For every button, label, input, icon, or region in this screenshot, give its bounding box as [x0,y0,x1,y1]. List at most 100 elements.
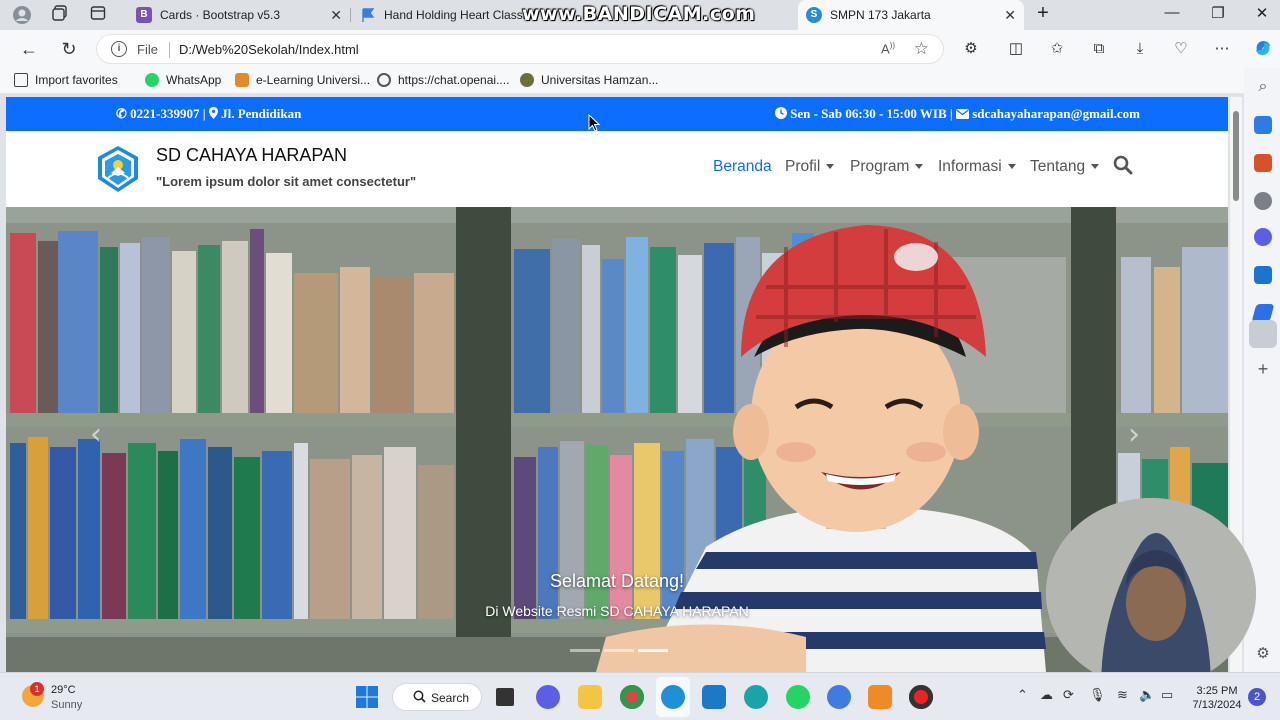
nav-informasi[interactable]: Informasi [938,158,1016,176]
nav-label: Program [850,158,910,175]
nav-profil[interactable]: Profil [785,158,835,176]
tab-bootstrap-cards[interactable]: B Cards · Bootstrap v5.3 ✕ [128,0,350,30]
tab-divider [350,8,351,22]
favorite-label: Import favorites [35,73,118,87]
tab-smpn-173[interactable]: S SMPN 173 Jakarta ✕ [798,0,1024,30]
weather-temp[interactable]: 29°C [51,684,76,696]
scrollbar-thumb[interactable] [1233,111,1239,201]
taskbar-clock[interactable]: 3:25 PM 7/13/2024 [1192,684,1242,712]
topbar-email: sdcahayaharapan@gmail.com [972,106,1140,121]
sidebar-shopping-icon[interactable] [1254,116,1272,134]
battery-icon[interactable]: ▭ [1161,687,1173,703]
wifi-icon[interactable]: ≋ [1117,687,1128,703]
app-a-icon[interactable] [827,685,851,709]
site-search-icon[interactable] [1113,155,1133,180]
sidebar-tools-icon[interactable] [1254,154,1272,172]
page-viewport: ✆ 0221-339907 | Jl. Pendidikan Sen - Sab… [6,97,1228,672]
whatsapp-taskbar-icon[interactable] [786,685,810,709]
new-tab-button[interactable]: + [1031,2,1055,25]
chrome-icon[interactable] [620,685,644,709]
envelope-icon [956,106,972,121]
minimize-button[interactable]: — [1160,4,1184,21]
carousel-prev-icon[interactable]: ‹ [90,417,102,452]
elearning-icon [235,73,249,87]
start-icon[interactable] [355,685,379,709]
teams-icon[interactable] [536,685,560,709]
microphone-icon[interactable]: 🎙 [1089,687,1106,703]
onedrive-icon[interactable]: ☁ [1040,687,1053,703]
favorite-openai[interactable]: https://chat.openai.... [377,73,509,87]
info-icon[interactable]: i [111,41,127,57]
hero-title: Selamat Datang! [549,571,685,591]
chevron-down-icon [1007,164,1016,170]
workspaces-icon[interactable] [50,5,70,25]
arduino-icon[interactable] [744,685,768,709]
carousel-next-icon[interactable]: › [1128,417,1140,452]
back-button[interactable]: ← [18,38,40,60]
split-screen-icon[interactable]: ◫ [1005,38,1027,60]
address-divider [169,42,170,58]
xampp-icon[interactable] [868,685,892,709]
taskbar-search[interactable]: Search [392,683,482,711]
carousel-indicator-3[interactable] [638,649,668,652]
windows-taskbar: 1 29°C Sunny Search ⌃ ☁ ⟳ 🎙 ≋ 🔈 ▭ 3:25 P… [0,672,1280,720]
sidebar-drop-icon[interactable] [1249,320,1277,348]
read-aloud-icon[interactable]: A)) [881,41,895,56]
task-view-icon[interactable] [496,688,514,706]
performance-icon[interactable]: ♡ [1170,38,1192,60]
address-url[interactable]: D:/Web%20Sekolah/Index.html [179,42,359,57]
sync-icon[interactable]: ⟳ [1063,687,1074,703]
favorite-elearning[interactable]: e-Learning Universi... [235,73,370,87]
favorite-star-icon[interactable]: ☆ [914,39,929,59]
school-icon: S [806,7,822,23]
favorite-university[interactable]: Universitas Hamzan... [520,73,658,87]
close-icon[interactable]: ✕ [330,7,342,24]
close-icon[interactable]: ✕ [1004,7,1016,24]
tab-actions-icon[interactable] [88,5,108,25]
collections-icon[interactable]: ⧉ [1088,38,1110,60]
sidebar-add-icon[interactable]: + [1254,360,1272,378]
edge-icon[interactable] [661,685,685,709]
hero-carousel: ‹ › Selamat Datang! Di Website Resmi SD … [6,207,1228,672]
carousel-indicator-2[interactable] [604,649,634,652]
restore-button[interactable]: ❐ [1206,4,1230,22]
carousel-indicator-1[interactable] [570,649,600,652]
site-brand-name[interactable]: SD CAHAYA HARAPAN [156,145,347,166]
window-close-button[interactable]: ✕ [1250,4,1274,22]
nav-program[interactable]: Program [850,158,924,176]
sidebar-outlook-icon[interactable] [1254,266,1272,284]
nav-tentang[interactable]: Tentang [1030,158,1100,176]
more-menu-icon[interactable]: ⋯ [1211,38,1233,60]
school-logo[interactable] [94,145,142,193]
tray-chevron-up-icon[interactable]: ⌃ [1017,687,1028,703]
sidebar-microsoft365-icon[interactable] [1254,228,1272,246]
downloads-icon[interactable]: ⤓ [1129,38,1151,60]
clock-date: 7/13/2024 [1192,699,1242,711]
site-navbar: SD CAHAYA HARAPAN "Lorem ipsum dolor sit… [6,131,1228,207]
profile-icon[interactable] [12,5,32,25]
weather-alert-badge: 1 [30,682,44,696]
nav-label: Informasi [938,158,1002,175]
topbar-contact: ✆ 0221-339907 | Jl. Pendidikan [116,106,301,122]
mouse-cursor-icon [588,113,601,137]
sidebar-settings-icon[interactable]: ⚙ [1254,644,1272,662]
reload-button[interactable]: ↻ [58,38,80,60]
notification-badge[interactable]: 2 [1248,688,1266,706]
site-tagline: "Lorem ipsum dolor sit amet consectetur" [156,174,417,189]
copilot-icon[interactable] [1252,38,1274,60]
sidebar-games-icon[interactable] [1254,192,1272,210]
favorite-label: Universitas Hamzan... [541,73,659,87]
bandicam-watermark: www.BANDICAM.com [522,3,756,25]
nav-beranda[interactable]: Beranda [713,158,772,176]
extensions-icon[interactable]: ⚙ [960,38,982,60]
favorite-import[interactable]: Import favorites [14,73,118,87]
sidebar-search-icon[interactable]: ⌕ [1254,78,1272,96]
hero-subtitle: Di Website Resmi SD CAHAYA HARAPAN [485,603,749,619]
address-bar[interactable]: i File D:/Web%20Sekolah/Index.html A)) ☆ [96,34,944,64]
volume-icon[interactable]: 🔈 [1139,687,1155,703]
vscode-icon[interactable] [702,685,726,709]
favorite-whatsapp[interactable]: WhatsApp [145,73,221,87]
file-explorer-icon[interactable] [578,685,602,709]
bandicam-icon[interactable] [909,685,933,709]
favorites-icon[interactable]: ✩ [1046,38,1068,60]
